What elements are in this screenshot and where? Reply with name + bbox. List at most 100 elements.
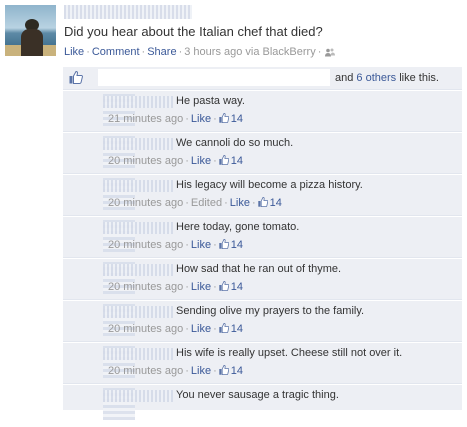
comment-item: His wife is really upset. Cheese still n… bbox=[63, 342, 462, 385]
separator: · bbox=[185, 281, 189, 293]
thumbs-up-icon bbox=[219, 155, 229, 165]
comment-like-count[interactable]: 14 bbox=[219, 239, 243, 251]
comment-like-link[interactable]: Like bbox=[191, 281, 211, 293]
comment-text: We cannoli do so much. bbox=[176, 137, 294, 149]
comment-like-link[interactable]: Like bbox=[191, 323, 211, 335]
separator: · bbox=[251, 197, 256, 209]
separator: · bbox=[213, 113, 217, 125]
separator: · bbox=[213, 155, 217, 167]
post-share-link[interactable]: Share bbox=[147, 46, 176, 58]
comment-like-count[interactable]: 14 bbox=[219, 323, 243, 335]
thumbs-up-icon bbox=[219, 239, 229, 249]
comment-timestamp[interactable]: 20 minutes ago bbox=[108, 155, 183, 167]
like-count-text: 14 bbox=[230, 239, 243, 251]
thumbs-up-icon bbox=[69, 71, 83, 84]
comment-like-link[interactable]: Like bbox=[230, 197, 250, 209]
comment-meta: 21 minutes ago · Like · 14 bbox=[108, 113, 243, 125]
comment-item: His legacy will become a pizza history. 2… bbox=[63, 174, 462, 217]
comment-meta: 20 minutes ago · Like · 14 bbox=[108, 155, 243, 167]
thumbs-up-icon bbox=[219, 365, 229, 375]
friends-privacy-icon[interactable] bbox=[325, 48, 336, 57]
comment-like-count[interactable]: 14 bbox=[219, 113, 243, 125]
commenter-name-redacted[interactable] bbox=[103, 348, 173, 360]
poster-avatar[interactable] bbox=[5, 5, 56, 56]
commenter-name-redacted[interactable] bbox=[103, 306, 173, 318]
thumbs-up-icon bbox=[219, 113, 229, 123]
post-meta: Like · Comment · Share · 3 hours ago via Black… bbox=[64, 46, 336, 58]
like-count-text: 14 bbox=[230, 323, 243, 335]
commenter-name-redacted[interactable] bbox=[103, 138, 173, 150]
post-like-link[interactable]: Like bbox=[64, 46, 84, 58]
separator: · bbox=[185, 239, 189, 251]
like-count-text: 14 bbox=[230, 365, 243, 377]
thumbs-up-icon bbox=[219, 281, 229, 291]
comment-like-count[interactable]: 14 bbox=[257, 197, 282, 209]
comment-item: We cannoli do so much. 20 minutes ago · Lik… bbox=[63, 132, 462, 175]
like-count-text: 14 bbox=[230, 113, 243, 125]
separator: · bbox=[213, 281, 217, 293]
comment-edited-label[interactable]: Edited bbox=[191, 197, 222, 209]
separator: · bbox=[185, 197, 189, 209]
comment-timestamp[interactable]: 20 minutes ago bbox=[108, 323, 183, 335]
likers-names-redacted[interactable] bbox=[98, 69, 330, 86]
comment-item: Here today, gone tomato. 20 minutes ago · L… bbox=[63, 216, 462, 259]
commenter-name-redacted[interactable] bbox=[103, 264, 173, 276]
likes-suffix: like this. bbox=[399, 72, 439, 84]
comment-timestamp[interactable]: 21 minutes ago bbox=[108, 113, 183, 125]
like-count-text: 14 bbox=[230, 155, 243, 167]
poster-name-redacted[interactable] bbox=[64, 5, 192, 19]
separator: · bbox=[213, 239, 217, 251]
comment-meta: 20 minutes ago · Edited · Like · 14 bbox=[108, 197, 282, 209]
comment-timestamp[interactable]: 20 minutes ago bbox=[108, 365, 183, 377]
comment-text: Here today, gone tomato. bbox=[176, 221, 300, 233]
separator: · bbox=[86, 46, 90, 58]
comment-like-count[interactable]: 14 bbox=[219, 155, 243, 167]
others-link[interactable]: 6 others bbox=[356, 72, 396, 84]
status-text: Did you hear about the Italian chef that… bbox=[64, 24, 323, 39]
comment-timestamp[interactable]: 20 minutes ago bbox=[108, 281, 183, 293]
comment-item: He pasta way. 21 minutes ago · Like · 14 bbox=[63, 90, 462, 133]
likes-summary: and 6 others like this. bbox=[63, 67, 462, 90]
comment-meta: 20 minutes ago · Like · 14 bbox=[108, 365, 243, 377]
comment-timestamp[interactable]: 20 minutes ago bbox=[108, 197, 183, 209]
comment-meta: 20 minutes ago · Like · 14 bbox=[108, 239, 243, 251]
comment-text: How sad that he ran out of thyme. bbox=[176, 263, 342, 275]
comment-like-link[interactable]: Like bbox=[191, 365, 211, 377]
like-count-text: 14 bbox=[269, 197, 282, 209]
comment-item: You never sausage a tragic thing. bbox=[63, 384, 462, 427]
like-count-text: 14 bbox=[230, 281, 243, 293]
comment-timestamp[interactable]: 20 minutes ago bbox=[108, 239, 183, 251]
separator: · bbox=[224, 197, 228, 209]
comment-like-link[interactable]: Like bbox=[191, 155, 211, 167]
separator: · bbox=[185, 323, 189, 335]
post-comment-link[interactable]: Comment bbox=[92, 46, 140, 58]
comment-text: He pasta way. bbox=[176, 95, 245, 107]
likes-prefix: and bbox=[335, 72, 354, 84]
comment-text: His legacy will become a pizza history. bbox=[176, 179, 363, 191]
separator: · bbox=[213, 365, 217, 377]
comment-meta: 20 minutes ago · Like · 14 bbox=[108, 281, 243, 293]
comment-meta: 20 minutes ago · Like · 14 bbox=[108, 323, 243, 335]
separator: · bbox=[185, 155, 189, 167]
thumbs-up-icon bbox=[219, 323, 229, 333]
separator: · bbox=[317, 46, 322, 58]
separator: · bbox=[185, 113, 189, 125]
comment-item: Sending olive my prayers to the family. 2… bbox=[63, 300, 462, 343]
post-timestamp[interactable]: 3 hours ago via BlackBerry bbox=[184, 46, 315, 58]
separator: · bbox=[185, 365, 189, 377]
commenter-name-redacted[interactable] bbox=[103, 222, 173, 234]
comment-text: His wife is really upset. Cheese still n… bbox=[176, 347, 403, 359]
comment-like-link[interactable]: Like bbox=[191, 113, 211, 125]
avatar-figure bbox=[21, 29, 43, 56]
commenter-name-redacted[interactable] bbox=[103, 96, 173, 108]
comment-item: How sad that he ran out of thyme. 20 minu… bbox=[63, 258, 462, 301]
feedback-panel: and 6 others like this. He pasta way. 21 … bbox=[63, 67, 462, 420]
comment-like-link[interactable]: Like bbox=[191, 239, 211, 251]
thumbs-up-icon bbox=[257, 197, 268, 207]
commenter-name-redacted[interactable] bbox=[103, 390, 173, 402]
comment-like-count[interactable]: 14 bbox=[219, 281, 243, 293]
likes-text: and 6 others like this. bbox=[335, 72, 439, 84]
commenter-name-redacted[interactable] bbox=[103, 180, 173, 192]
comment-like-count[interactable]: 14 bbox=[219, 365, 243, 377]
separator: · bbox=[213, 323, 217, 335]
